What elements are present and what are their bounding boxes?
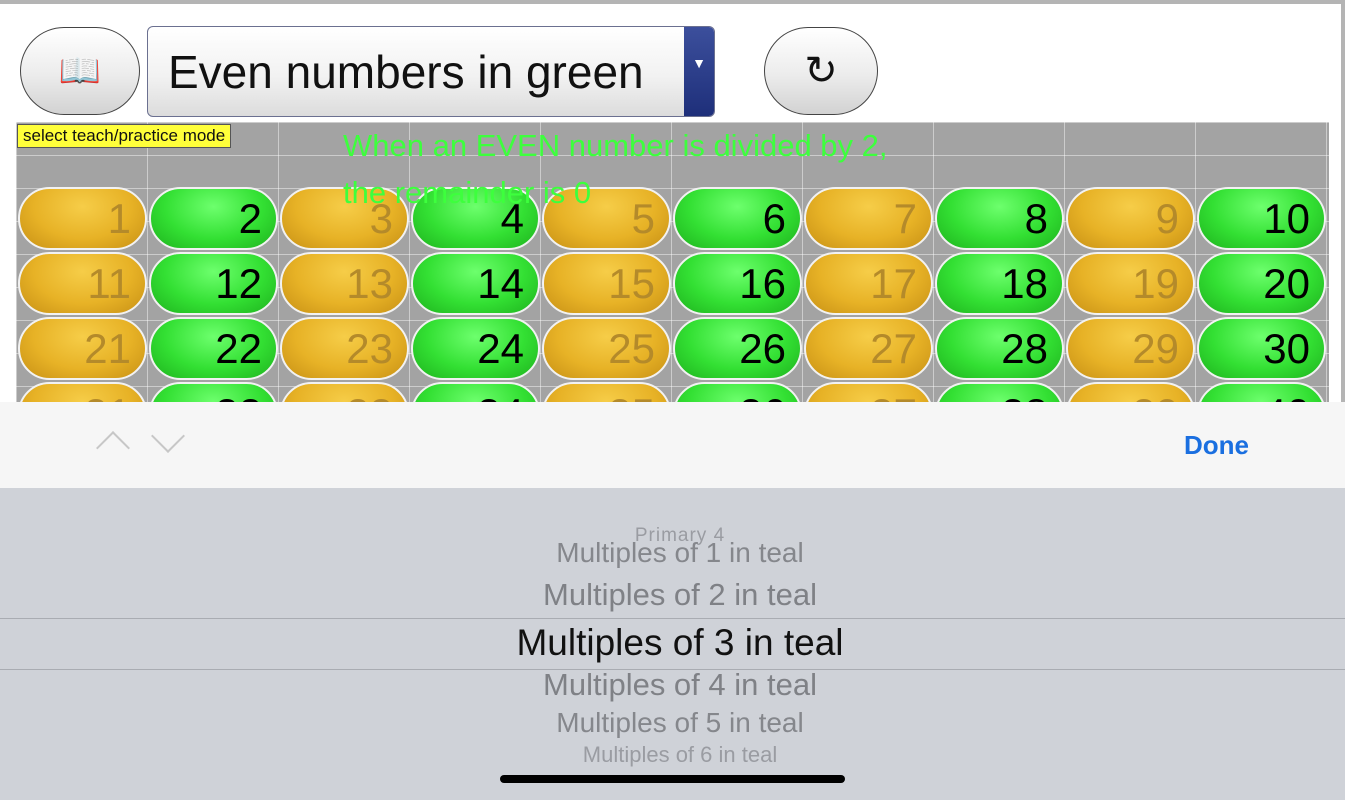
number-cell[interactable]: 13 [280,252,409,315]
number-cell[interactable]: 38 [935,382,1064,402]
refresh-button[interactable]: ↻ [764,27,878,115]
number-cell[interactable]: 34 [411,382,540,402]
number-cell[interactable]: 18 [935,252,1064,315]
right-border [1341,0,1345,402]
number-cell[interactable]: 19 [1066,252,1195,315]
chevron-down-icon[interactable]: ▼ [684,27,714,116]
number-cell[interactable]: 2 [149,187,278,250]
number-cell[interactable]: 20 [1197,252,1326,315]
keyboard-toolbar: Done [0,402,1345,489]
number-cell[interactable]: 35 [542,382,671,402]
number-cell[interactable]: 17 [804,252,933,315]
number-cell[interactable]: 26 [673,317,802,380]
hint-line-1: When an EVEN number is divided by 2, [343,128,888,163]
mode-select-value: Even numbers in green [168,46,644,98]
number-cell[interactable]: 9 [1066,187,1195,250]
number-cell[interactable]: 30 [1197,317,1326,380]
number-cell[interactable]: 23 [280,317,409,380]
number-cell[interactable]: 28 [935,317,1064,380]
done-button[interactable]: Done [1184,430,1249,461]
book-button[interactable]: 📖 [20,27,140,115]
number-cell[interactable]: 25 [542,317,671,380]
picker-item[interactable]: Multiples of 4 in teal [0,669,1345,700]
number-grid: 1 2 3 4 5 6 7 8 9 10 11 12 13 14 15 16 17 18 19 20 21 22 23 24 2… [16,122,1329,402]
picker-item-selected[interactable]: Multiples of 3 in teal [0,624,1345,661]
number-cell[interactable]: 15 [542,252,671,315]
number-cell[interactable]: 37 [804,382,933,402]
number-cell[interactable]: 36 [673,382,802,402]
picker-item[interactable]: Multiples of 6 in teal [0,744,1345,766]
number-cell[interactable]: 29 [1066,317,1195,380]
number-cell[interactable]: 24 [411,317,540,380]
number-cell[interactable]: 10 [1197,187,1326,250]
top-border [0,0,1345,4]
number-cell[interactable]: 21 [18,317,147,380]
hint-line-2: the remainder is 0 [343,175,592,210]
home-indicator [500,775,845,783]
number-cell[interactable]: 40 [1197,382,1326,402]
chevron-up-icon[interactable] [96,431,130,465]
number-cell[interactable]: 16 [673,252,802,315]
number-cell[interactable]: 1 [18,187,147,250]
number-cell[interactable]: 32 [149,382,278,402]
number-cell[interactable]: 12 [149,252,278,315]
mode-tag-button[interactable]: select teach/practice mode [17,124,232,148]
picker-item[interactable]: Multiples of 2 in teal [0,579,1345,610]
number-cell[interactable]: 27 [804,317,933,380]
picker-wheel[interactable]: Primary 4 Multiples of 1 in teal Multiples… [0,488,1345,800]
chevron-down-icon[interactable] [151,419,185,453]
book-icon: 📖 [58,52,102,90]
refresh-icon: ↻ [804,48,838,94]
mode-select[interactable]: Even numbers in green ▼ [147,26,715,117]
number-cell[interactable]: 33 [280,382,409,402]
picker-item[interactable]: Multiples of 5 in teal [0,709,1345,737]
number-cell[interactable]: 22 [149,317,278,380]
number-cell[interactable]: 11 [18,252,147,315]
picker-item[interactable]: Multiples of 1 in teal [0,539,1345,567]
number-cell[interactable]: 14 [411,252,540,315]
number-cell[interactable]: 39 [1066,382,1195,402]
hint-text: When an EVEN number is divided by 2, the… [343,122,1043,216]
number-cell[interactable]: 31 [18,382,147,402]
